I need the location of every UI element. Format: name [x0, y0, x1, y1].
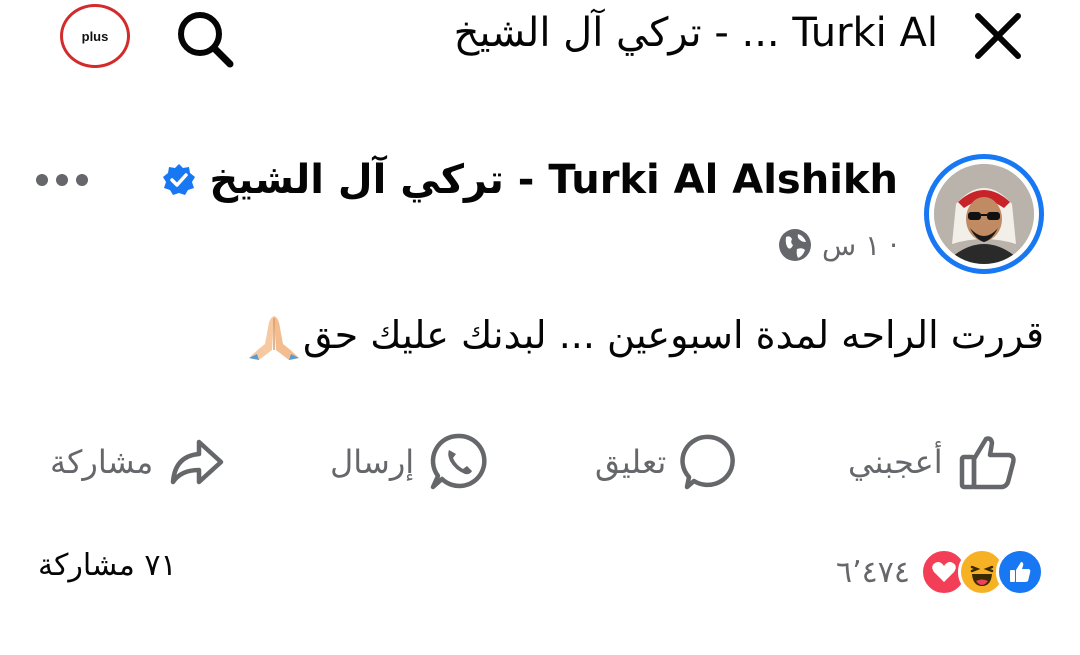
comment-button[interactable]: تعليق — [595, 420, 740, 504]
close-button[interactable] — [968, 6, 1028, 66]
more-dot — [56, 174, 68, 186]
like-button[interactable]: أعجبني — [848, 420, 1019, 504]
whatsapp-icon — [430, 433, 487, 490]
like-label: أعجبني — [848, 443, 943, 481]
author-avatar[interactable] — [924, 154, 1044, 274]
page-title: تركي آل الشيخ - ... Turki Al — [453, 10, 938, 56]
close-icon — [975, 13, 1021, 59]
search-button[interactable] — [168, 6, 240, 70]
top-bar: plus تركي آل الشيخ - ... Turki Al — [0, 0, 1080, 80]
reaction-count: ٦٬٤٧٤ — [836, 554, 910, 590]
share-icon — [171, 439, 224, 485]
page-logo[interactable]: plus — [60, 4, 130, 68]
avatar-image — [934, 164, 1034, 264]
like-reaction-icon — [996, 548, 1044, 596]
more-dot — [36, 174, 48, 186]
logo-text: plus — [81, 28, 109, 44]
post-actions: مشاركة إرسال تعليق أعجبني — [0, 420, 1080, 504]
more-dot — [76, 174, 88, 186]
author-name[interactable]: تركي آل الشيخ - Turki Al Alshikh — [209, 157, 898, 203]
author-row: تركي آل الشيخ - Turki Al Alshikh — [161, 150, 898, 210]
post-time[interactable]: ١ س · — [822, 229, 898, 262]
reactions-summary[interactable]: ٦٬٤٧٤ — [836, 544, 1044, 600]
verified-badge-icon — [163, 164, 196, 195]
globe-icon — [779, 229, 812, 261]
search-icon — [178, 12, 234, 68]
send-label: إرسال — [330, 443, 415, 481]
share-label: مشاركة — [50, 443, 154, 481]
thumbs-up-icon — [959, 436, 1016, 490]
share-button[interactable]: مشاركة — [50, 420, 227, 504]
comment-icon — [680, 434, 736, 490]
more-options-button[interactable] — [30, 160, 94, 200]
comment-label: تعليق — [595, 443, 667, 481]
post-text: قررت الراحه لمدة اسبوعين ... لبدنك عليك … — [302, 313, 1044, 357]
shares-count[interactable]: ٧١ مشاركة — [38, 548, 177, 583]
folded-hands-emoji-icon — [248, 315, 299, 360]
post-meta: ١ س · — [778, 228, 898, 262]
post-body: قررت الراحه لمدة اسبوعين ... لبدنك عليك … — [245, 308, 1044, 362]
send-button[interactable]: إرسال — [330, 420, 490, 504]
reaction-icons — [920, 548, 1044, 596]
avatar-portrait — [934, 164, 1034, 264]
